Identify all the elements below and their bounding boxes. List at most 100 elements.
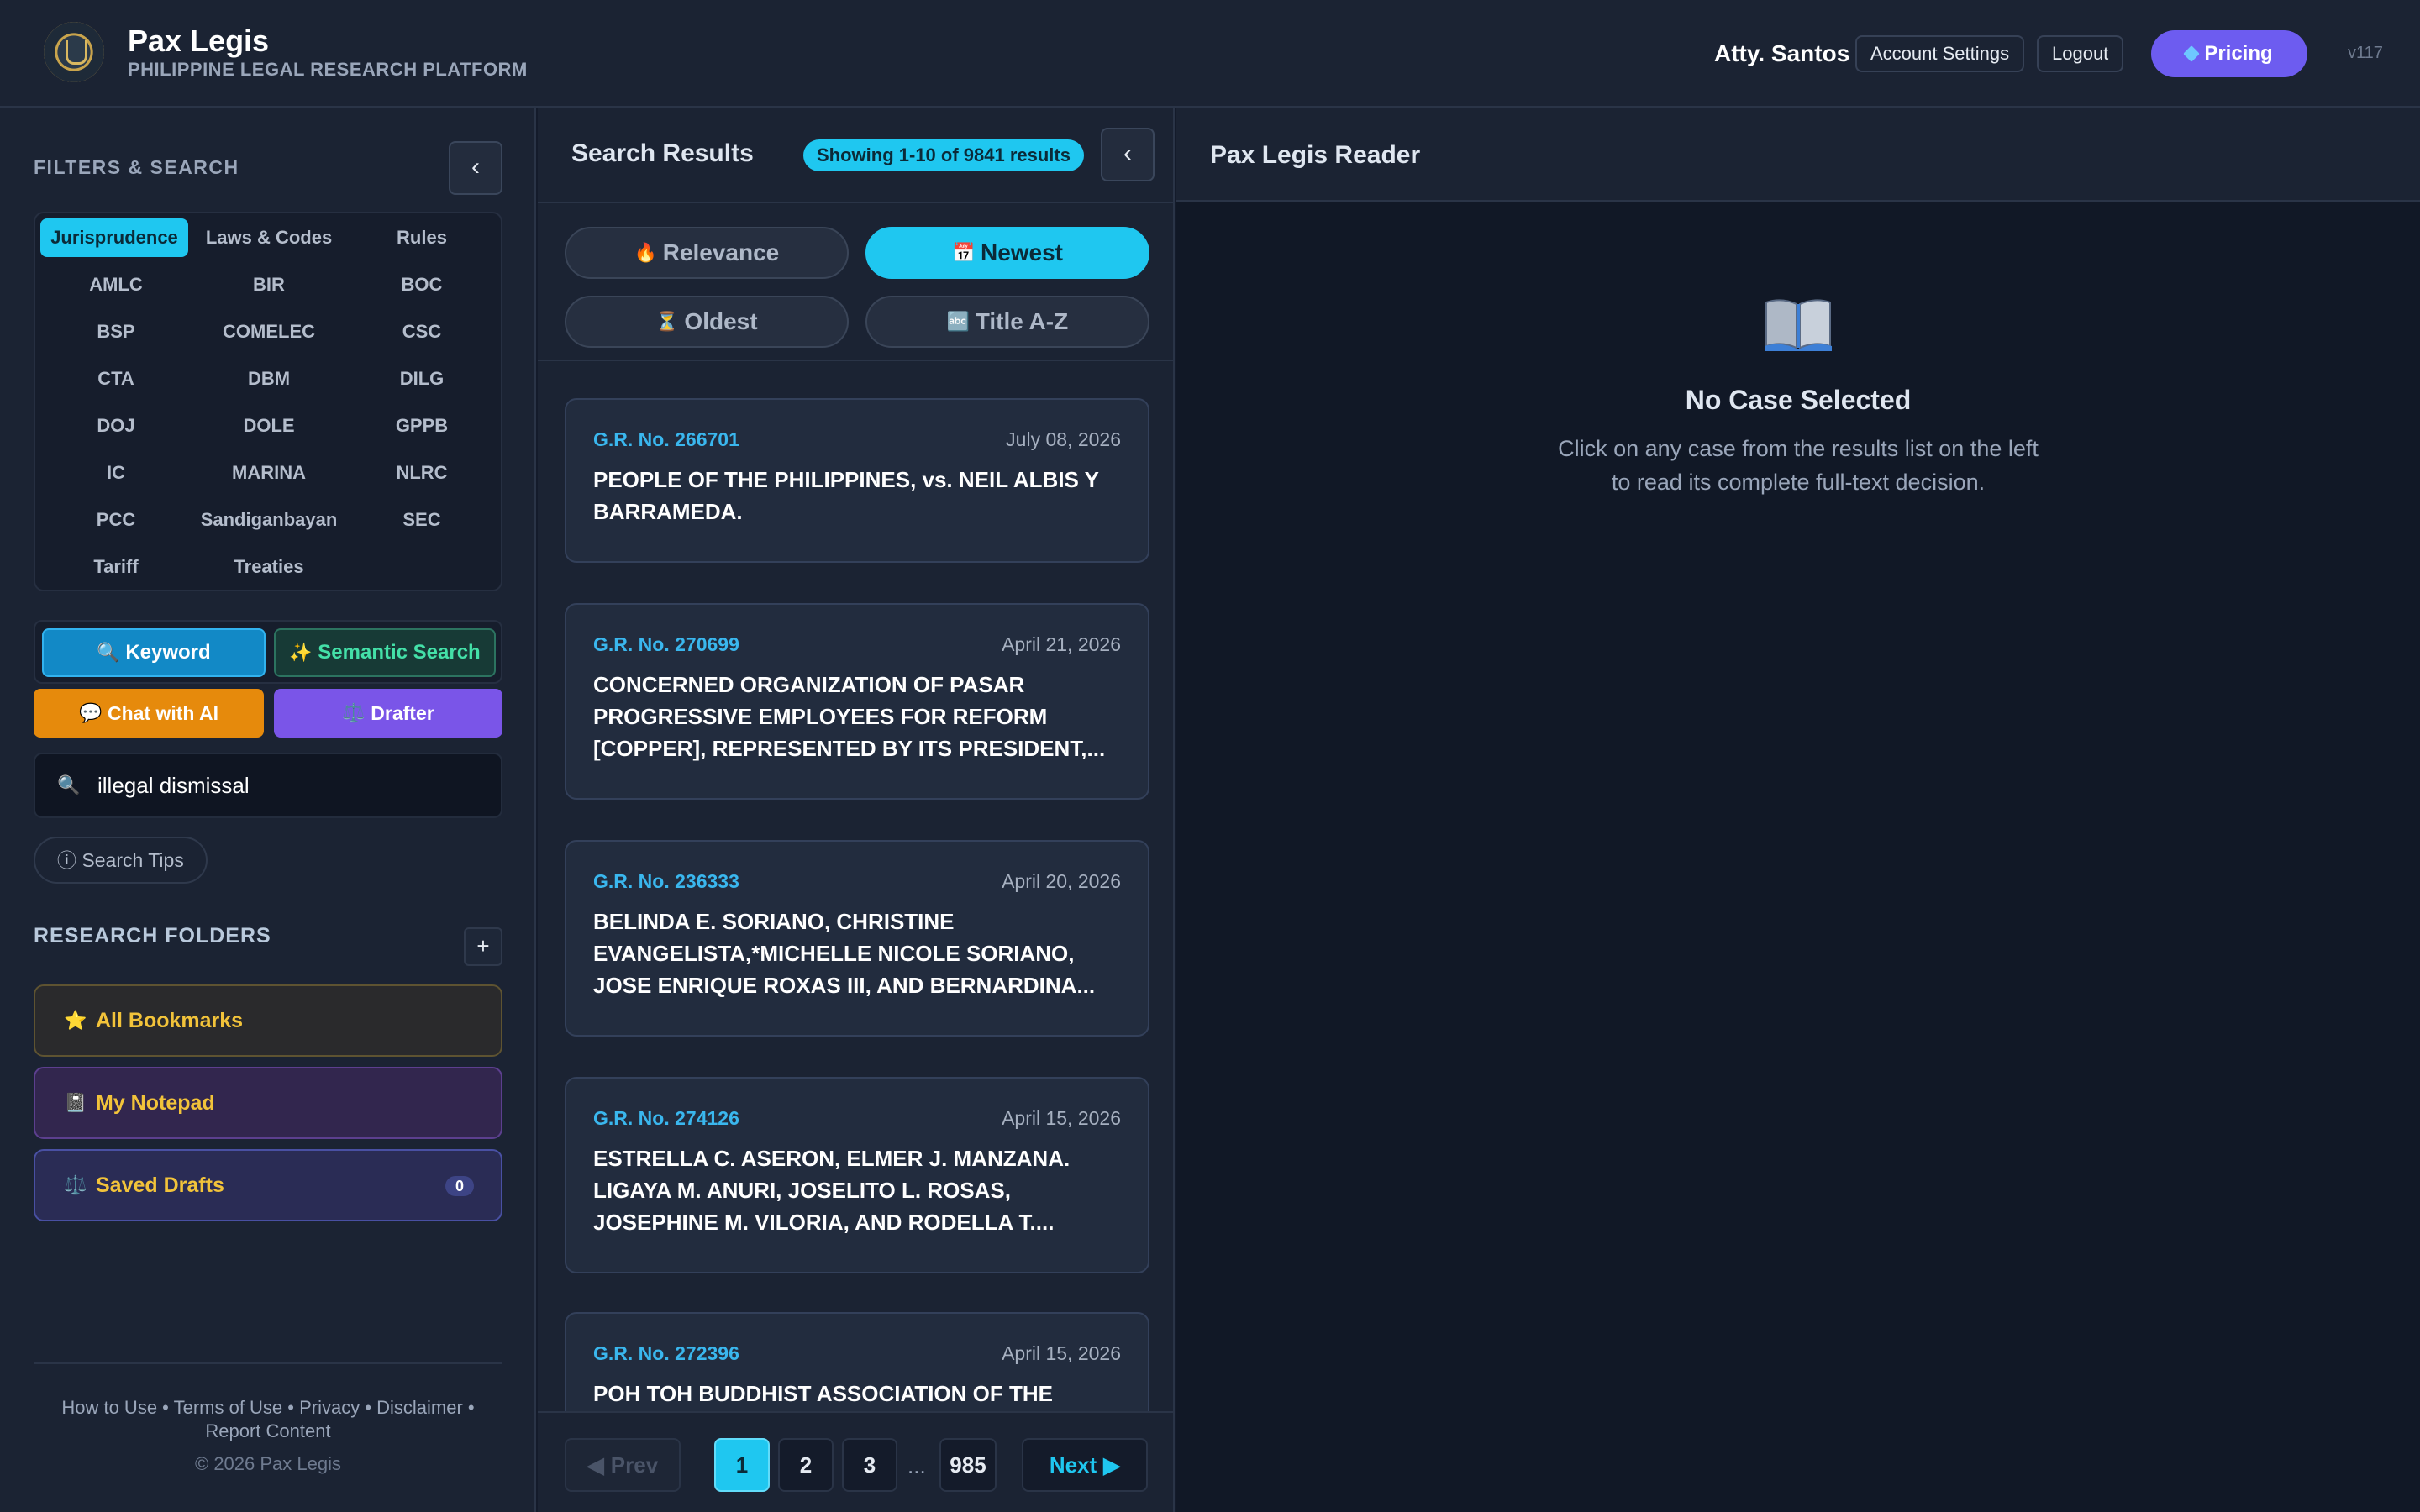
chevron-left-icon: ‹: [471, 153, 480, 181]
sort-oldest-button[interactable]: ⏳ Oldest: [565, 296, 849, 348]
pricing-label: Pricing: [2204, 42, 2273, 65]
folder-all-bookmarks[interactable]: ⭐ All Bookmarks: [34, 984, 502, 1057]
account-settings-button[interactable]: Account Settings: [1855, 35, 2025, 72]
chevron-left-icon: ‹: [1123, 139, 1132, 167]
sidebar-divider: [34, 1362, 502, 1364]
semantic-search-button[interactable]: ✨ Semantic Search: [274, 628, 496, 677]
filter-tab-bsp[interactable]: BSP: [40, 312, 192, 351]
case-date: April 15, 2026: [1002, 1107, 1121, 1129]
page-button-2[interactable]: 2: [778, 1438, 834, 1492]
sort-title-az-button[interactable]: 🔤 Title A-Z: [865, 296, 1150, 348]
folder-my-notepad[interactable]: 📓 My Notepad: [34, 1067, 502, 1139]
pricing-button[interactable]: Pricing: [2151, 30, 2307, 77]
sort-relevance-button[interactable]: 🔥 Relevance: [565, 227, 849, 279]
app-subtitle: PHILIPPINE LEGAL RESEARCH PLATFORM: [128, 59, 528, 80]
case-card[interactable]: G.R. No. 270699 April 21, 2026 CONCERNED…: [565, 603, 1150, 800]
case-gr-number: G.R. No. 236333: [593, 870, 739, 892]
filter-tab-ic[interactable]: IC: [40, 454, 192, 492]
filter-tab-dilg[interactable]: DILG: [346, 360, 497, 398]
abc-icon: 🔤: [946, 311, 971, 332]
filter-tab-treaties[interactable]: Treaties: [193, 548, 345, 586]
search-mode-toggle: 🔍 Keyword ✨ Semantic Search: [34, 620, 502, 684]
filter-tab-pcc[interactable]: PCC: [40, 501, 192, 539]
keyword-label: Keyword: [125, 641, 211, 664]
filter-tab-dbm[interactable]: DBM: [193, 360, 345, 398]
chat-with-ai-button[interactable]: 💬 Chat with AI: [34, 689, 264, 738]
scales-icon: ⚖️: [342, 702, 366, 723]
app-title: Pax Legis: [128, 24, 270, 58]
filter-tab-laws-codes[interactable]: Laws & Codes: [193, 218, 345, 257]
sort-options: 🔥 Relevance 📅 Newest ⏳ Oldest 🔤 Title A-…: [538, 202, 1173, 361]
triangle-left-icon: ◀: [587, 1452, 604, 1478]
filter-tab-gppb[interactable]: GPPB: [346, 407, 497, 445]
filter-tab-dole[interactable]: DOLE: [193, 407, 345, 445]
page-button-3[interactable]: 3: [842, 1438, 897, 1492]
prev-page-button[interactable]: ◀ Prev: [565, 1438, 681, 1492]
empty-state-title: No Case Selected: [1685, 385, 1912, 415]
filter-tab-comelec[interactable]: COMELEC: [193, 312, 345, 351]
app-header: Pax Legis PHILIPPINE LEGAL RESEARCH PLAT…: [0, 0, 2420, 108]
collapse-results-button[interactable]: ‹: [1101, 128, 1155, 181]
case-card[interactable]: G.R. No. 236333 April 20, 2026 BELINDA E…: [565, 840, 1150, 1037]
drafter-label: Drafter: [371, 701, 434, 724]
sort-title-az-label: Title A-Z: [975, 308, 1069, 334]
filter-tab-tariff[interactable]: Tariff: [40, 548, 192, 586]
reader-header: Pax Legis Reader: [1176, 108, 2420, 202]
case-card[interactable]: G.R. No. 266701 July 08, 2026 PEOPLE OF …: [565, 398, 1150, 563]
calendar-icon: 📅: [951, 242, 976, 263]
filter-tab-marina[interactable]: MARINA: [193, 454, 345, 492]
sort-newest-label: Newest: [980, 239, 1064, 265]
drafter-button[interactable]: ⚖️ Drafter: [274, 689, 502, 738]
results-count-badge: Showing 1-10 of 9841 results: [803, 139, 1084, 171]
filter-tab-amlc[interactable]: AMLC: [40, 265, 192, 304]
filter-tab-bir[interactable]: BIR: [193, 265, 345, 304]
source-filter-grid: Jurisprudence Laws & Codes Rules AMLC BI…: [34, 212, 502, 591]
collapse-sidebar-button[interactable]: ‹: [449, 141, 502, 195]
filter-tab-boc[interactable]: BOC: [346, 265, 497, 304]
filter-tab-cta[interactable]: CTA: [40, 360, 192, 398]
sort-relevance-label: Relevance: [662, 239, 780, 265]
page-button-last[interactable]: 985: [939, 1438, 997, 1492]
triangle-right-icon: ▶: [1103, 1452, 1121, 1478]
copyright: © 2026 Pax Legis: [195, 1453, 341, 1474]
filter-tab-sec[interactable]: SEC: [346, 501, 497, 539]
reader-panel: Pax Legis Reader No Case Selected Click …: [1176, 108, 2420, 1512]
user-name: Atty. Santos: [1714, 40, 1850, 66]
search-input[interactable]: [97, 768, 484, 803]
reader-title: Pax Legis Reader: [1210, 141, 1421, 169]
sparkles-icon: ✨: [289, 642, 313, 663]
case-title: BELINDA E. SORIANO, CHRISTINE EVANGELIST…: [593, 909, 1096, 998]
folder-drafts-label: Saved Drafts: [96, 1173, 224, 1197]
case-gr-number: G.R. No. 272396: [593, 1342, 739, 1364]
semantic-label: Semantic Search: [318, 641, 481, 664]
open-book-icon: [1765, 299, 1832, 351]
page-button-1[interactable]: 1: [714, 1438, 770, 1492]
notebook-icon: 📓: [64, 1092, 87, 1113]
filter-tab-doj[interactable]: DOJ: [40, 407, 192, 445]
pagination: ◀ Prev 1 2 3 ... 985 Next ▶: [538, 1411, 1173, 1512]
filter-tab-jurisprudence[interactable]: Jurisprudence: [40, 218, 188, 257]
add-folder-button[interactable]: +: [464, 927, 502, 966]
footer-links[interactable]: How to Use • Terms of Use • Privacy • Di…: [34, 1396, 502, 1443]
case-gr-number: G.R. No. 274126: [593, 1107, 739, 1129]
case-gr-number: G.R. No. 266701: [593, 428, 739, 450]
sort-oldest-label: Oldest: [684, 308, 758, 334]
search-tips-button[interactable]: ⓘ Search Tips: [34, 837, 208, 884]
folder-notepad-label: My Notepad: [96, 1090, 215, 1115]
keyword-search-button[interactable]: 🔍 Keyword: [42, 628, 266, 677]
logout-button[interactable]: Logout: [2037, 35, 2124, 72]
next-page-button[interactable]: Next ▶: [1022, 1438, 1148, 1492]
fire-icon: 🔥: [634, 242, 658, 263]
filter-tab-csc[interactable]: CSC: [346, 312, 497, 351]
filter-tab-sandiganbayan[interactable]: Sandiganbayan: [193, 501, 345, 539]
case-date: April 21, 2026: [1002, 633, 1121, 655]
case-title: ESTRELLA C. ASERON, ELMER J. MANZANA. LI…: [593, 1146, 1071, 1235]
filter-tab-rules[interactable]: Rules: [346, 218, 497, 257]
version-label: v117: [2348, 44, 2383, 62]
filter-tab-nlrc[interactable]: NLRC: [346, 454, 497, 492]
sort-newest-button[interactable]: 📅 Newest: [865, 227, 1150, 279]
case-date: April 20, 2026: [1002, 870, 1121, 892]
folder-saved-drafts[interactable]: ⚖️ Saved Drafts 0: [34, 1149, 502, 1221]
prev-label: Prev: [610, 1452, 659, 1478]
case-card[interactable]: G.R. No. 274126 April 15, 2026 ESTRELLA …: [565, 1077, 1150, 1273]
